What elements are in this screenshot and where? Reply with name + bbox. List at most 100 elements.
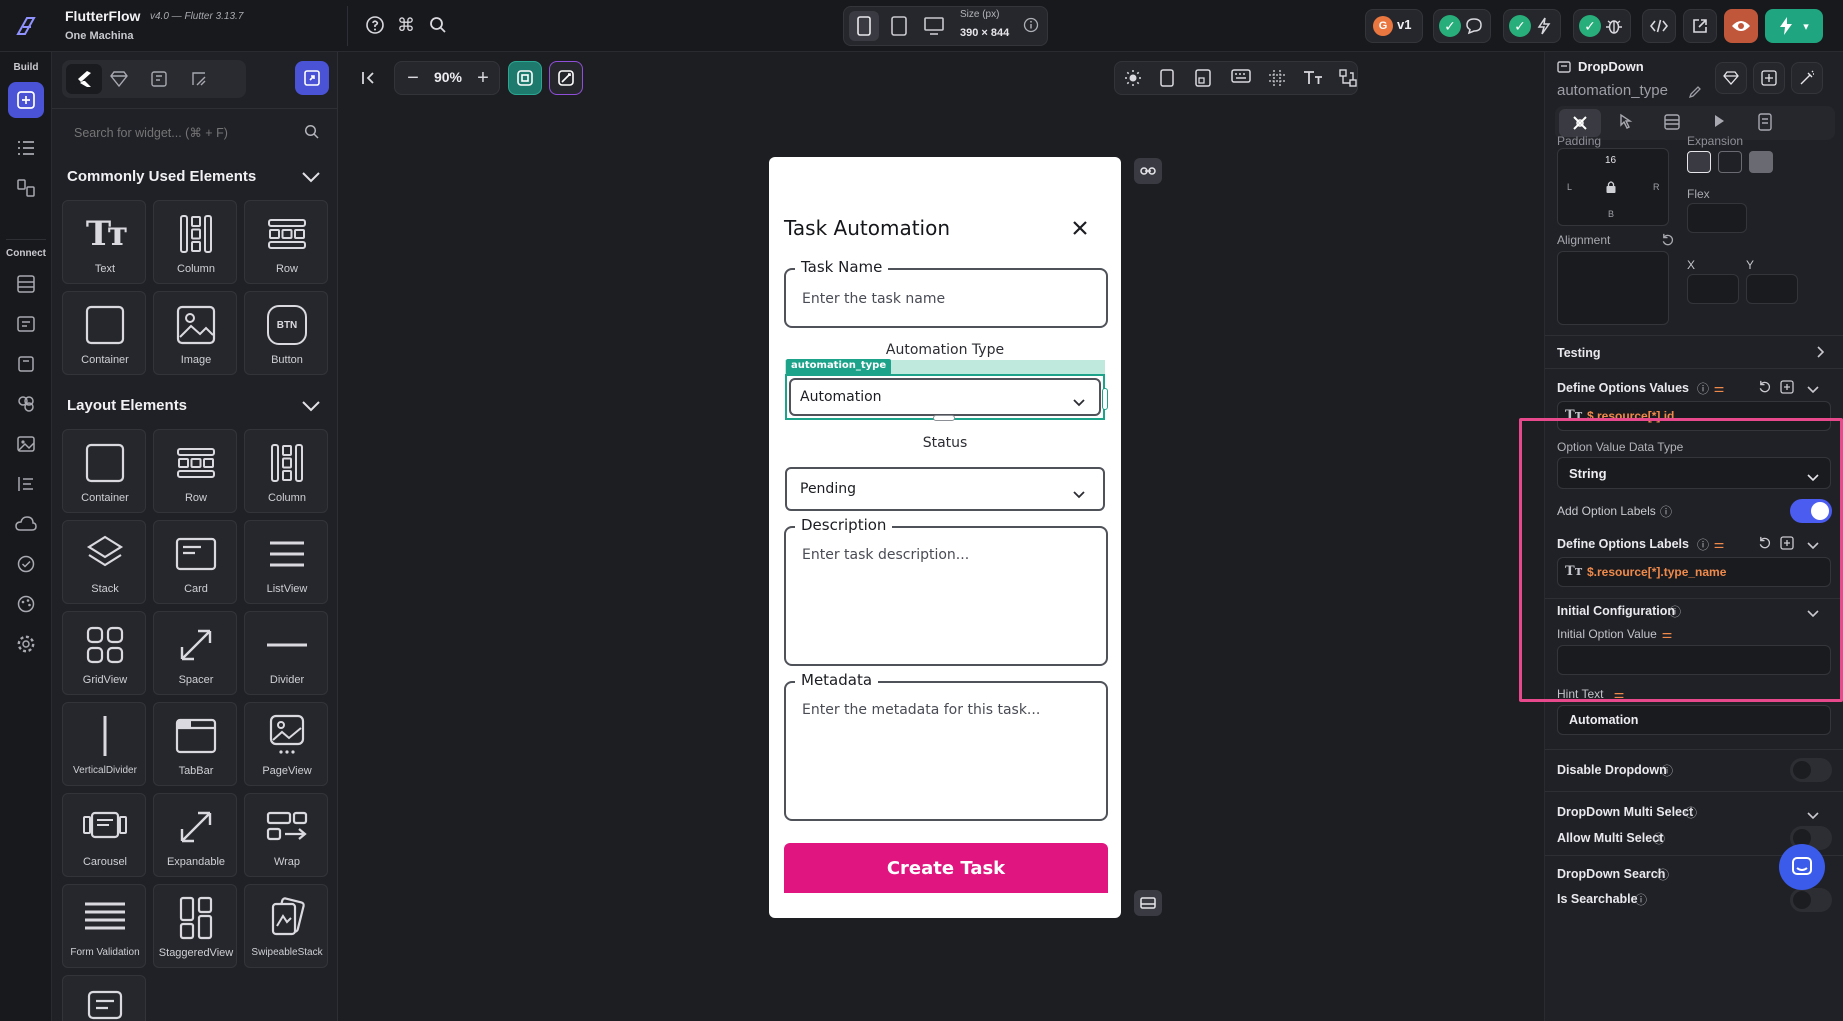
media-assets-icon[interactable] bbox=[13, 431, 39, 457]
chevron-right-icon[interactable] bbox=[1817, 345, 1831, 359]
diamond-icon[interactable] bbox=[108, 68, 130, 90]
flex-input[interactable] bbox=[1687, 203, 1747, 233]
widget-tile-formvalidation[interactable]: Form Validation bbox=[62, 884, 146, 968]
widget-tile-text[interactable]: Tт Text bbox=[62, 200, 146, 284]
keyboard-icon[interactable] bbox=[1231, 69, 1251, 87]
edit-pencil-icon[interactable] bbox=[1688, 85, 1702, 99]
tab-actions[interactable] bbox=[1617, 113, 1637, 133]
responsive-icon[interactable] bbox=[1195, 69, 1213, 87]
support-chat-button[interactable] bbox=[1779, 844, 1825, 890]
close-icon[interactable] bbox=[1068, 216, 1092, 240]
info-icon[interactable]: ⓘ bbox=[1695, 380, 1711, 396]
light-mode-icon[interactable] bbox=[1124, 69, 1142, 87]
widget-tile-verticaldivider[interactable]: VerticalDivider bbox=[62, 702, 146, 786]
padding-right-label[interactable]: R bbox=[1653, 182, 1660, 192]
code-icon[interactable] bbox=[1642, 9, 1676, 43]
chevron-down-icon[interactable] bbox=[298, 164, 324, 190]
help-icon[interactable] bbox=[364, 14, 386, 36]
storyboard-icon[interactable] bbox=[13, 175, 39, 201]
section-title-layout[interactable]: Layout Elements bbox=[67, 397, 187, 414]
widget-tile-gridview[interactable]: GridView bbox=[62, 611, 146, 695]
widget-tile-image[interactable]: Image bbox=[153, 291, 237, 375]
chevron-down-icon[interactable] bbox=[298, 393, 324, 419]
tests-icon[interactable] bbox=[13, 551, 39, 577]
grid-icon[interactable] bbox=[1268, 69, 1286, 87]
widget-tile-container[interactable]: Container bbox=[62, 429, 146, 513]
expansion-expanded-option[interactable] bbox=[1718, 151, 1742, 173]
tablet-device-icon[interactable] bbox=[884, 11, 914, 41]
run-button[interactable]: ▾ bbox=[1765, 9, 1823, 43]
integrations-icon[interactable] bbox=[13, 391, 39, 417]
widget-tile-more[interactable] bbox=[62, 975, 146, 1021]
info-icon[interactable]: ⓘ bbox=[1659, 762, 1675, 778]
device-frame-icon[interactable] bbox=[1160, 69, 1178, 87]
widget-tile-pageview[interactable]: PageView bbox=[244, 702, 328, 786]
chevron-down-icon[interactable] bbox=[1807, 807, 1821, 821]
widget-tree-view-icon[interactable] bbox=[1339, 69, 1359, 87]
preview-eye-icon[interactable] bbox=[1724, 9, 1758, 43]
is-searchable-toggle[interactable] bbox=[1790, 888, 1832, 912]
testing-label[interactable]: Testing bbox=[1557, 346, 1601, 360]
debug-magic-icon[interactable] bbox=[549, 61, 583, 95]
search-icon[interactable] bbox=[427, 14, 449, 36]
flutter-widgets-tab[interactable] bbox=[66, 64, 102, 94]
create-task-button[interactable]: Create Task bbox=[784, 843, 1108, 893]
size-value[interactable]: 390 × 844 bbox=[960, 27, 1009, 39]
firestore-icon[interactable] bbox=[13, 271, 39, 297]
chevron-down-icon[interactable] bbox=[1807, 381, 1821, 395]
external-link-icon[interactable] bbox=[1683, 9, 1717, 43]
widget-tile-wrap[interactable]: Wrap bbox=[244, 793, 328, 877]
widget-tile-listview[interactable]: ListView bbox=[244, 520, 328, 604]
widget-tile-card[interactable]: Card bbox=[153, 520, 237, 604]
expansion-flexible-option[interactable] bbox=[1687, 151, 1711, 173]
custom-code-icon[interactable] bbox=[13, 471, 39, 497]
alignment-grid[interactable] bbox=[1557, 251, 1669, 325]
resize-handle-bottom[interactable] bbox=[933, 415, 955, 421]
widget-tile-column[interactable]: Column bbox=[153, 200, 237, 284]
reset-icon[interactable] bbox=[1758, 380, 1772, 394]
tab-backend-query[interactable] bbox=[1663, 113, 1683, 133]
zoom-level[interactable]: 90% bbox=[426, 69, 470, 85]
phone-device-icon[interactable] bbox=[849, 11, 879, 41]
theme-icon[interactable] bbox=[13, 591, 39, 617]
variable-binding-icon[interactable]: ⚌ bbox=[1711, 380, 1727, 396]
widget-tile-staggeredview[interactable]: StaggeredView bbox=[153, 884, 237, 968]
zoom-in-button[interactable]: + bbox=[472, 65, 494, 91]
expansion-fill-option[interactable] bbox=[1749, 151, 1773, 173]
add-variable-icon[interactable] bbox=[1780, 380, 1794, 394]
keyboard-toggle-icon[interactable] bbox=[1134, 890, 1162, 916]
disable-dropdown-toggle[interactable] bbox=[1790, 758, 1832, 782]
alignment-y-input[interactable] bbox=[1746, 274, 1798, 304]
resize-handle-right[interactable] bbox=[1102, 388, 1108, 410]
components-icon[interactable] bbox=[148, 68, 170, 90]
widget-tile-spacer[interactable]: Spacer bbox=[153, 611, 237, 695]
desktop-device-icon[interactable] bbox=[919, 11, 949, 41]
tab-docs[interactable] bbox=[1757, 113, 1777, 133]
fit-screen-icon[interactable] bbox=[508, 61, 542, 95]
widget-tile-divider[interactable]: Divider bbox=[244, 611, 328, 695]
padding-bottom-label[interactable]: B bbox=[1608, 209, 1614, 219]
widget-palette-icon[interactable] bbox=[8, 82, 44, 118]
info-icon[interactable]: ⓘ bbox=[1655, 866, 1671, 882]
alignment-x-input[interactable] bbox=[1687, 274, 1739, 304]
text-scale-icon[interactable] bbox=[1303, 69, 1323, 87]
cloud-functions-icon[interactable] bbox=[13, 511, 39, 537]
magic-wand-icon[interactable] bbox=[1791, 62, 1823, 94]
link-icon[interactable] bbox=[1134, 158, 1162, 184]
widget-tile-container[interactable]: Container bbox=[62, 291, 146, 375]
section-title-common[interactable]: Commonly Used Elements bbox=[67, 168, 256, 185]
zoom-out-button[interactable]: − bbox=[402, 65, 424, 91]
tab-animations[interactable] bbox=[1711, 113, 1731, 133]
widget-tile-expandable[interactable]: Expandable bbox=[153, 793, 237, 877]
widget-tile-swipeablestack[interactable]: SwipeableStack bbox=[244, 884, 328, 968]
info-icon[interactable]: ⓘ bbox=[1633, 891, 1649, 907]
command-icon[interactable]: ⌘ bbox=[395, 14, 417, 36]
project-name[interactable]: One Machina bbox=[65, 30, 133, 42]
diamond-icon[interactable] bbox=[1715, 62, 1747, 94]
widget-tile-row[interactable]: Row bbox=[153, 429, 237, 513]
collapse-panel-icon[interactable] bbox=[352, 61, 386, 95]
info-icon[interactable]: ⓘ bbox=[1651, 830, 1667, 846]
widget-tile-column[interactable]: Column bbox=[244, 429, 328, 513]
flutterflow-logo-icon[interactable] bbox=[12, 12, 40, 40]
app-state-icon[interactable] bbox=[13, 311, 39, 337]
